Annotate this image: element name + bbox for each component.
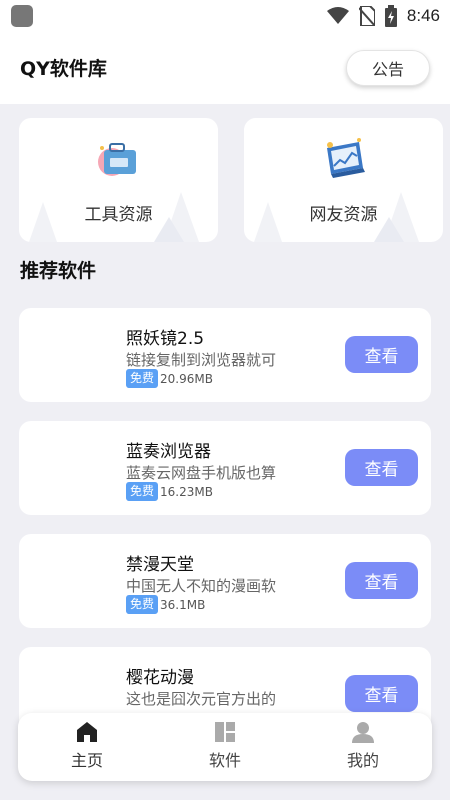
- app-list-item[interactable]: 禁漫天堂 中国无人不知的漫画软 免费 36.1MB 查看: [19, 534, 431, 628]
- category-label: 工具资源: [84, 205, 153, 225]
- app-description: 这也是囧次元官方出的: [126, 690, 277, 708]
- app-notification-icon: [11, 5, 33, 27]
- category-card-tools[interactable]: 工具资源: [19, 118, 218, 242]
- category-card-community[interactable]: 网友资源: [244, 118, 443, 242]
- app-title: QY软件库: [20, 58, 107, 80]
- app-list-item[interactable]: 照妖镜2.5 链接复制到浏览器就可 免费 20.96MB 查看: [19, 308, 431, 402]
- tab-home[interactable]: 主页: [18, 713, 156, 781]
- app-name: 樱花动漫: [126, 668, 194, 688]
- app-description: 蓝奏云网盘手机版也算: [126, 464, 277, 482]
- free-badge: 免费: [126, 482, 159, 501]
- app-name: 照妖镜2.5: [126, 329, 205, 349]
- bottom-tab-bar: 主页 软件 我的: [18, 713, 432, 781]
- view-button[interactable]: 查看: [345, 675, 418, 712]
- tab-label: 我的: [346, 751, 379, 770]
- user-icon: [352, 722, 374, 743]
- app-size: 36.1MB: [160, 597, 206, 612]
- free-badge: 免费: [126, 369, 159, 388]
- status-time: 8:46: [406, 6, 440, 25]
- status-icons: 8:46: [326, 4, 440, 28]
- notice-button[interactable]: 公告: [346, 50, 430, 86]
- battery-charging-icon: [384, 5, 397, 27]
- free-badge: 免费: [126, 595, 159, 614]
- app-description: 中国无人不知的漫画软: [126, 577, 277, 595]
- toolbox-icon: [98, 143, 136, 176]
- app-name: 蓝奏浏览器: [126, 442, 211, 462]
- app-meta: 免费 36.1MB: [126, 595, 205, 614]
- app-meta: 免费 16.23MB: [126, 482, 213, 501]
- view-button[interactable]: 查看: [345, 562, 418, 599]
- app-header: QY软件库 公告: [0, 32, 450, 104]
- tab-label: 主页: [70, 751, 103, 770]
- app-description: 链接复制到浏览器就可: [126, 351, 277, 369]
- no-sim-icon: [358, 6, 375, 26]
- app-size: 16.23MB: [160, 484, 213, 499]
- view-button[interactable]: 查看: [345, 336, 418, 373]
- home-icon: [77, 722, 97, 742]
- app-size: 20.96MB: [160, 371, 213, 386]
- status-bar: 8:46: [0, 0, 450, 32]
- app-meta: 免费 20.96MB: [126, 369, 213, 388]
- wifi-icon: [326, 7, 349, 24]
- tab-label: 软件: [208, 751, 241, 770]
- tab-mine[interactable]: 我的: [294, 713, 432, 781]
- apps-grid-icon: [215, 722, 235, 742]
- section-title: 推荐软件: [20, 260, 97, 282]
- laptop-chart-icon: [327, 138, 365, 178]
- view-button[interactable]: 查看: [345, 449, 418, 486]
- tab-software[interactable]: 软件: [156, 713, 294, 781]
- category-label: 网友资源: [309, 205, 378, 225]
- app-list-item[interactable]: 蓝奏浏览器 蓝奏云网盘手机版也算 免费 16.23MB 查看: [19, 421, 431, 515]
- app-name: 禁漫天堂: [126, 555, 194, 575]
